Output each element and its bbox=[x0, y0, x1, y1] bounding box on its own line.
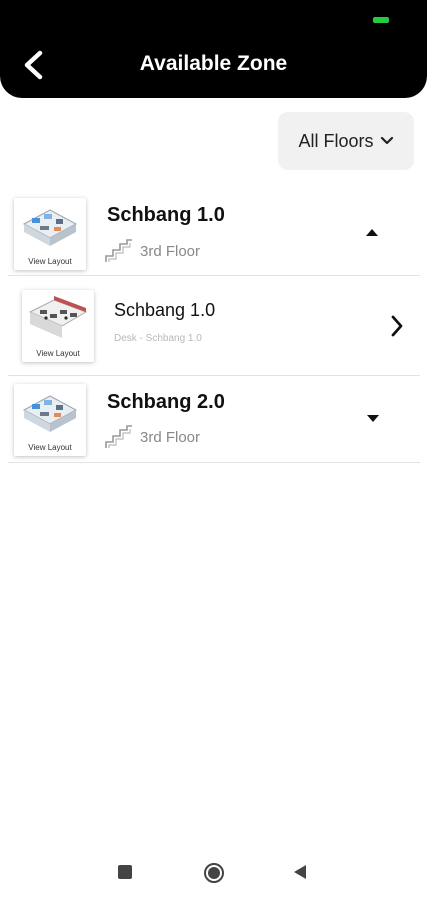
floor-plan-image bbox=[22, 395, 78, 432]
zone-name: Schbang 2.0 bbox=[107, 391, 225, 413]
desk-layout-image bbox=[28, 296, 88, 338]
zone-name: Schbang 1.0 bbox=[107, 204, 225, 226]
battery-icon bbox=[373, 17, 389, 23]
view-layout-label: View Layout bbox=[36, 349, 80, 358]
zone-floor-label: 3rd Floor bbox=[140, 242, 201, 260]
view-layout-label: View Layout bbox=[28, 443, 72, 452]
subzone-layout-thumbnail[interactable]: View Layout bbox=[22, 290, 94, 362]
zone-row[interactable]: View Layout Schbang 2.0 3rd Floor bbox=[8, 376, 420, 463]
floor-filter-dropdown[interactable]: All Floors bbox=[278, 112, 414, 170]
app-header: Available Zone bbox=[0, 0, 427, 98]
subzone-name: Schbang 1.0 bbox=[114, 300, 216, 320]
caret-down-icon[interactable] bbox=[366, 414, 380, 423]
zone-layout-thumbnail[interactable]: View Layout bbox=[14, 198, 86, 270]
floor-filter-label: All Floors bbox=[298, 130, 374, 151]
chevron-down-icon bbox=[380, 136, 393, 145]
page-title: Available Zone bbox=[139, 52, 288, 75]
zone-floor-label: 3rd Floor bbox=[140, 428, 201, 446]
zone-floor: 3rd Floor bbox=[104, 424, 200, 450]
subzone-row[interactable]: View Layout Schbang 1.0 Desk - Schbang 1… bbox=[8, 276, 420, 376]
triangle-back-nav-icon[interactable] bbox=[293, 865, 307, 879]
stairs-icon bbox=[105, 425, 132, 448]
floor-plan-image bbox=[22, 209, 78, 246]
zone-row[interactable]: View Layout Schbang 1.0 3rd Floor bbox=[8, 190, 420, 276]
caret-up-icon[interactable] bbox=[365, 228, 379, 237]
zone-layout-thumbnail[interactable]: View Layout bbox=[14, 384, 86, 456]
chevron-right-icon[interactable] bbox=[390, 314, 404, 338]
view-layout-label: View Layout bbox=[28, 257, 72, 266]
subzone-description: Desk - Schbang 1.0 bbox=[114, 333, 202, 344]
square-nav-icon[interactable] bbox=[118, 865, 132, 879]
stairs-icon bbox=[105, 239, 132, 262]
zone-floor: 3rd Floor bbox=[104, 238, 200, 264]
circle-nav-icon[interactable] bbox=[203, 862, 225, 884]
